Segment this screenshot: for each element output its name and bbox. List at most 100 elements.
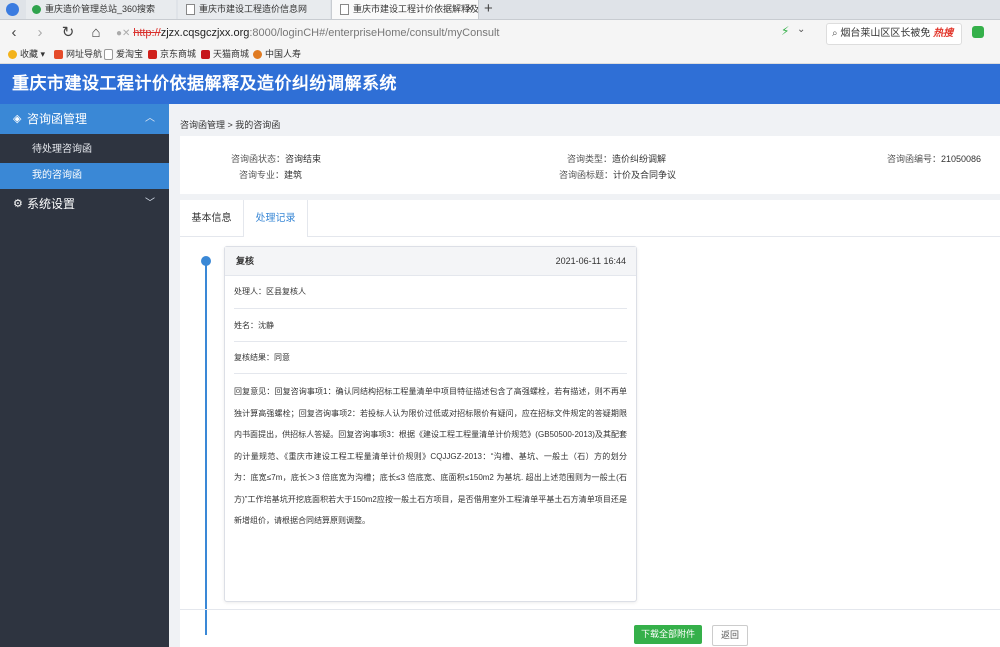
home-icon[interactable]: ⌂ — [86, 23, 106, 43]
close-tab-icon[interactable]: × — [467, 0, 473, 19]
tab-basic-info[interactable]: 基本信息 — [180, 200, 243, 236]
record-card: 复核 2021-06-11 16:44 处理人：区县复核人 姓名：沈静 复核结果… — [224, 246, 637, 602]
bookmark-label: 京东商城 — [160, 49, 197, 59]
back-button[interactable]: 返回 — [712, 625, 748, 646]
bookmark-label: 网址导航 — [66, 49, 103, 59]
tab-label: 基本信息 — [191, 213, 232, 224]
sidebar-item-label: 待处理咨询函 — [32, 144, 92, 155]
bookmark-favorites[interactable]: 收藏 ▾ — [8, 46, 45, 63]
record-title: 复核 — [236, 256, 255, 266]
download-all-button[interactable]: 下载全部附件 — [634, 625, 702, 644]
sidebar-item-label: 我的咨询函 — [32, 170, 82, 181]
tab-label: 处理记录 — [255, 213, 296, 224]
record-name: 姓名：沈静 — [234, 320, 627, 342]
url-field[interactable]: ●✕ http://zjzx.cqsgczjxx.org:8000/loginC… — [116, 23, 816, 43]
hot-badge: 热搜 — [933, 28, 954, 39]
footer-divider — [180, 609, 1000, 610]
search-icon: ⌕ — [832, 28, 838, 39]
record-date: 2021-06-11 16:44 — [555, 256, 626, 266]
browser-menu-icon[interactable] — [6, 3, 19, 16]
url-protocol: http:// — [133, 27, 161, 39]
360-search-icon — [32, 5, 41, 15]
subject-value: 计价及合同争议 — [613, 170, 677, 180]
app-title: 重庆市建设工程计价依据解释及造价纠纷调解系统 — [12, 74, 397, 93]
breadcrumb: 咨询函管理 > 我的咨询函 — [180, 120, 281, 130]
main-content: 咨询函管理 > 我的咨询函 咨询函状态：咨询结束 咨询专业：建筑 咨询类型：造价… — [169, 104, 1000, 647]
lightning-icon[interactable]: ⚡ — [781, 24, 789, 38]
security-icon: ●✕ — [116, 28, 134, 39]
record-card-header: 复核 2021-06-11 16:44 — [225, 247, 636, 276]
browser-tab-3[interactable]: 重庆市建设工程计价依据解释及 × — [331, 0, 479, 19]
bookmark-label: 爱淘宝 — [116, 49, 144, 59]
extension-icon[interactable] — [972, 26, 984, 38]
life-icon — [253, 50, 262, 60]
chevron-down-icon[interactable]: ⌄ — [797, 24, 805, 35]
bookmark-taobao[interactable]: 爱淘宝 — [104, 46, 143, 63]
status-label: 咨询函状态： — [231, 154, 286, 164]
sidebar: ◈ 咨询函管理 ︿ 待处理咨询函 我的咨询函 ⚙ 系统设置 ﹀ — [0, 104, 169, 647]
browser-tab-3-label: 重庆市建设工程计价依据解释及 — [353, 4, 479, 14]
info-card: 咨询函状态：咨询结束 咨询专业：建筑 咨询类型：造价纠纷调解 咨询函标题：计价及… — [180, 136, 1000, 194]
bookmark-tmall[interactable]: 天猫商城 — [201, 46, 249, 63]
tmall-icon — [201, 50, 210, 60]
record-result: 复核结果：同意 — [234, 352, 627, 374]
menu-consult-management[interactable]: ◈ 咨询函管理 ︿ — [0, 104, 169, 134]
layers-icon: ◈ — [13, 113, 22, 125]
page-icon — [186, 4, 195, 16]
tabs-panel: 基本信息 处理记录 复核 2021-06-11 16:44 处理人：区县复核人 … — [180, 200, 1000, 647]
status-value: 咨询结束 — [285, 154, 322, 164]
new-tab-button[interactable]: + — [484, 0, 493, 18]
major-value: 建筑 — [284, 170, 303, 180]
refresh-icon[interactable]: ↻ — [58, 23, 78, 43]
browser-tab-1-label: 重庆造价管理总站_360搜索 — [45, 4, 156, 14]
app-header: 重庆市建设工程计价依据解释及造价纠纷调解系统 — [0, 64, 1000, 104]
back-icon[interactable]: ‹ — [4, 23, 24, 43]
url-path: :8000/loginCH#/enterpriseHome/consult/my… — [249, 27, 500, 39]
menu-label: 咨询函管理 — [27, 112, 88, 126]
subject-field: 咨询函标题：计价及合同争议 — [559, 168, 676, 181]
type-field: 咨询类型：造价纠纷调解 — [567, 152, 666, 165]
tab-process-record[interactable]: 处理记录 — [243, 200, 308, 237]
status-field: 咨询函状态：咨询结束 — [231, 152, 321, 165]
search-value: 烟台莱山区区长被免 — [840, 28, 931, 39]
timeline-line — [205, 262, 207, 635]
bookmark-jd[interactable]: 京东商城 — [148, 46, 196, 63]
browser-tab-2-label: 重庆市建设工程造价信息网 — [199, 4, 308, 14]
bookmark-label: 天猫商城 — [213, 49, 250, 59]
menu-system-settings[interactable]: ⚙ 系统设置 ﹀ — [0, 189, 169, 219]
star-icon — [8, 50, 17, 60]
sidebar-item-my-consult[interactable]: 我的咨询函 — [0, 163, 169, 189]
name-text: 姓名：沈静 — [234, 321, 274, 330]
search-input[interactable]: ⌕ 烟台莱山区区长被免 热搜 — [826, 23, 962, 45]
record-handler: 处理人：区县复核人 — [234, 286, 627, 309]
number-field: 咨询函编号：21050086 — [887, 152, 981, 165]
gear-icon: ⚙ — [13, 198, 23, 210]
bookmarks-bar: 收藏 ▾ 网址导航 爱淘宝 京东商城 天猫商城 中国人寿 — [0, 46, 1000, 64]
forward-icon[interactable]: › — [30, 23, 50, 43]
menu-label: 系统设置 — [27, 197, 76, 211]
number-label: 咨询函编号： — [887, 154, 942, 164]
page-icon — [340, 4, 349, 16]
record-opinion: 回复意见：回复咨询事项1：确认同结构招标工程量清单中项目特征描述包含了高强螺栓，… — [234, 387, 627, 525]
major-field: 咨询专业：建筑 — [239, 168, 302, 181]
major-label: 咨询专业： — [239, 170, 285, 180]
browser-tab-bar: 重庆造价管理总站_360搜索 重庆市建设工程造价信息网 重庆市建设工程计价依据解… — [0, 0, 1000, 20]
bookmark-label: 中国人寿 — [265, 49, 302, 59]
browser-tab-1[interactable]: 重庆造价管理总站_360搜索 — [26, 0, 176, 19]
type-value: 造价纠纷调解 — [612, 154, 667, 164]
bookmark-life[interactable]: 中国人寿 — [253, 46, 301, 63]
handler-text: 处理人：区县复核人 — [234, 287, 306, 296]
browser-tab-2[interactable]: 重庆市建设工程造价信息网 — [178, 0, 330, 19]
url-host: zjzx.cqsgczjxx.org — [160, 27, 250, 39]
chevron-up-icon: ︿ — [145, 113, 155, 124]
number-value: 21050086 — [941, 154, 982, 164]
sidebar-item-pending[interactable]: 待处理咨询函 — [0, 137, 169, 163]
bookmark-label: 收藏 — [20, 49, 39, 59]
timeline-dot — [201, 256, 211, 266]
jd-icon — [148, 50, 157, 60]
bookmark-nav[interactable]: 网址导航 — [54, 46, 102, 63]
result-text: 复核结果：同意 — [234, 353, 290, 362]
chevron-down-icon: ﹀ — [145, 198, 155, 209]
address-bar: ‹ › ↻ ⌂ ●✕ http://zjzx.cqsgczjxx.org:800… — [0, 20, 1000, 46]
type-label: 咨询类型： — [567, 154, 613, 164]
